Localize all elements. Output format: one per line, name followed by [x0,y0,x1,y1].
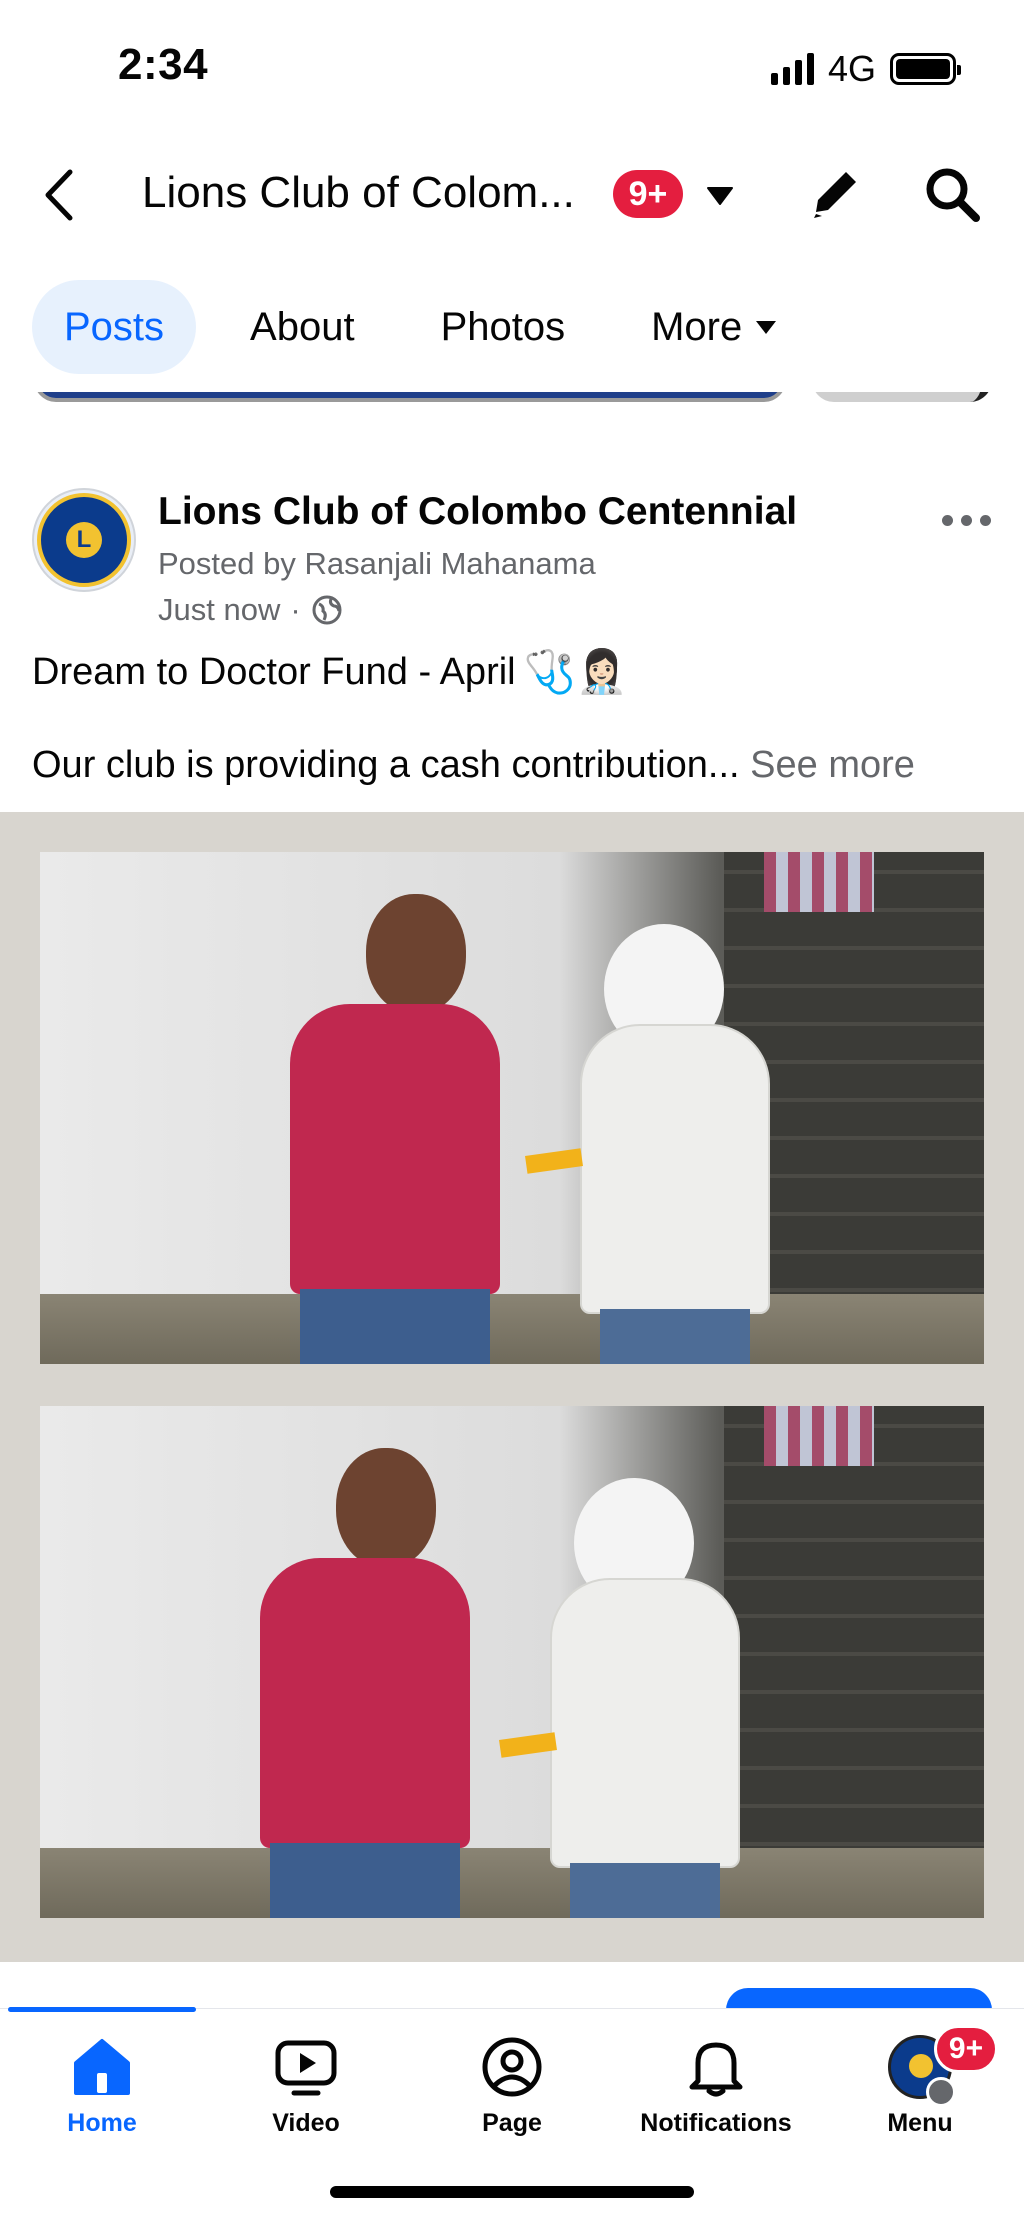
post-header: L Lions Club of Colombo Centennial Poste… [32,488,992,627]
tab-more-label: More [651,304,743,349]
edit-button[interactable] [808,164,864,224]
doctor-emoji: 🩺👩🏻‍⚕️ [523,648,629,695]
post-body-text: Our club is providing a cash contributio… [32,744,740,786]
post-photo-2[interactable] [40,1406,984,1918]
post-photo-1[interactable] [40,852,984,1364]
post-text-body: Our club is providing a cash contributio… [32,744,915,787]
search-button[interactable] [922,164,982,224]
caret-down-icon[interactable] [706,184,734,208]
posted-by[interactable]: Posted by Rasanjali Mahanama [158,546,596,582]
page-tabs: Posts About Photos More [32,280,832,374]
menu-lines-icon [926,2077,956,2107]
post-timestamp: Just now · [158,592,343,628]
status-time: 2:34 [118,40,209,89]
tab-more[interactable]: More [619,280,810,374]
home-icon [74,2039,130,2095]
back-button[interactable] [40,162,80,228]
nav-page-label: Page [482,2109,542,2137]
man-figure [270,894,500,1364]
man-figure [240,1448,470,1918]
nav-home-label: Home [67,2109,137,2137]
video-icon [275,2040,337,2096]
nav-video[interactable]: Video [216,2035,396,2138]
status-bar: 2:34 4G [0,0,1024,130]
bell-icon [689,2042,743,2097]
post-title-text: Dream to Doctor Fund - April [32,651,516,693]
nav-home[interactable]: Home [12,2035,192,2138]
woman-figure [530,1448,750,1918]
page-title[interactable]: Lions Club of Colom... [142,168,575,218]
nav-notifications-label: Notifications [640,2109,792,2137]
ground [40,1848,984,1918]
tab-posts[interactable]: Posts [32,280,197,374]
nav-video-label: Video [272,2109,340,2137]
page-header: Lions Club of Colom... 9+ [0,140,1024,250]
page-icon [482,2037,542,2097]
network-type: 4G [827,48,876,89]
chevron-left-icon [45,169,73,221]
wall-background [724,1406,984,1918]
battery-icon [890,53,961,85]
tab-photos[interactable]: Photos [409,280,598,374]
see-more-link[interactable]: See more [750,744,915,786]
nav-menu-label: Menu [887,2109,953,2137]
globe-icon [312,595,342,625]
lions-club-logo: L [37,493,131,587]
active-tab-indicator [8,2007,196,2012]
ground [40,1294,984,1364]
bottom-navigation: Home Video Page Notifications Menu 9+ [0,2007,1024,2216]
dot [942,514,953,526]
signal-icon [770,53,814,85]
nav-page[interactable]: Page [422,2035,602,2138]
dot [961,514,972,526]
page-avatar[interactable]: L [32,488,136,592]
status-indicators: 4G [770,48,961,90]
post-options-button[interactable] [942,508,992,532]
post-time[interactable]: Just now [158,592,280,628]
search-icon [926,168,980,222]
previous-photo [812,392,992,402]
laundry-background [764,1406,874,1466]
nav-notifications[interactable]: Notifications [626,2035,806,2138]
post-photos [0,812,1024,1962]
pencil-icon [814,172,856,218]
separator-dot: · [290,592,301,627]
previous-post-media[interactable] [0,392,1024,414]
post-author[interactable]: Lions Club of Colombo Centennial [158,490,797,534]
notification-badge: 9+ [613,170,683,218]
caret-down-icon [756,321,777,334]
previous-photo [34,392,786,402]
laundry-background [764,852,874,912]
dot [980,514,991,526]
tab-about[interactable]: About [218,280,387,374]
home-indicator[interactable] [330,2186,694,2198]
menu-notification-badge: 9+ [934,2025,998,2073]
post-text-title: Dream to Doctor Fund - April 🩺👩🏻‍⚕️ [32,648,628,697]
woman-figure [560,894,780,1364]
